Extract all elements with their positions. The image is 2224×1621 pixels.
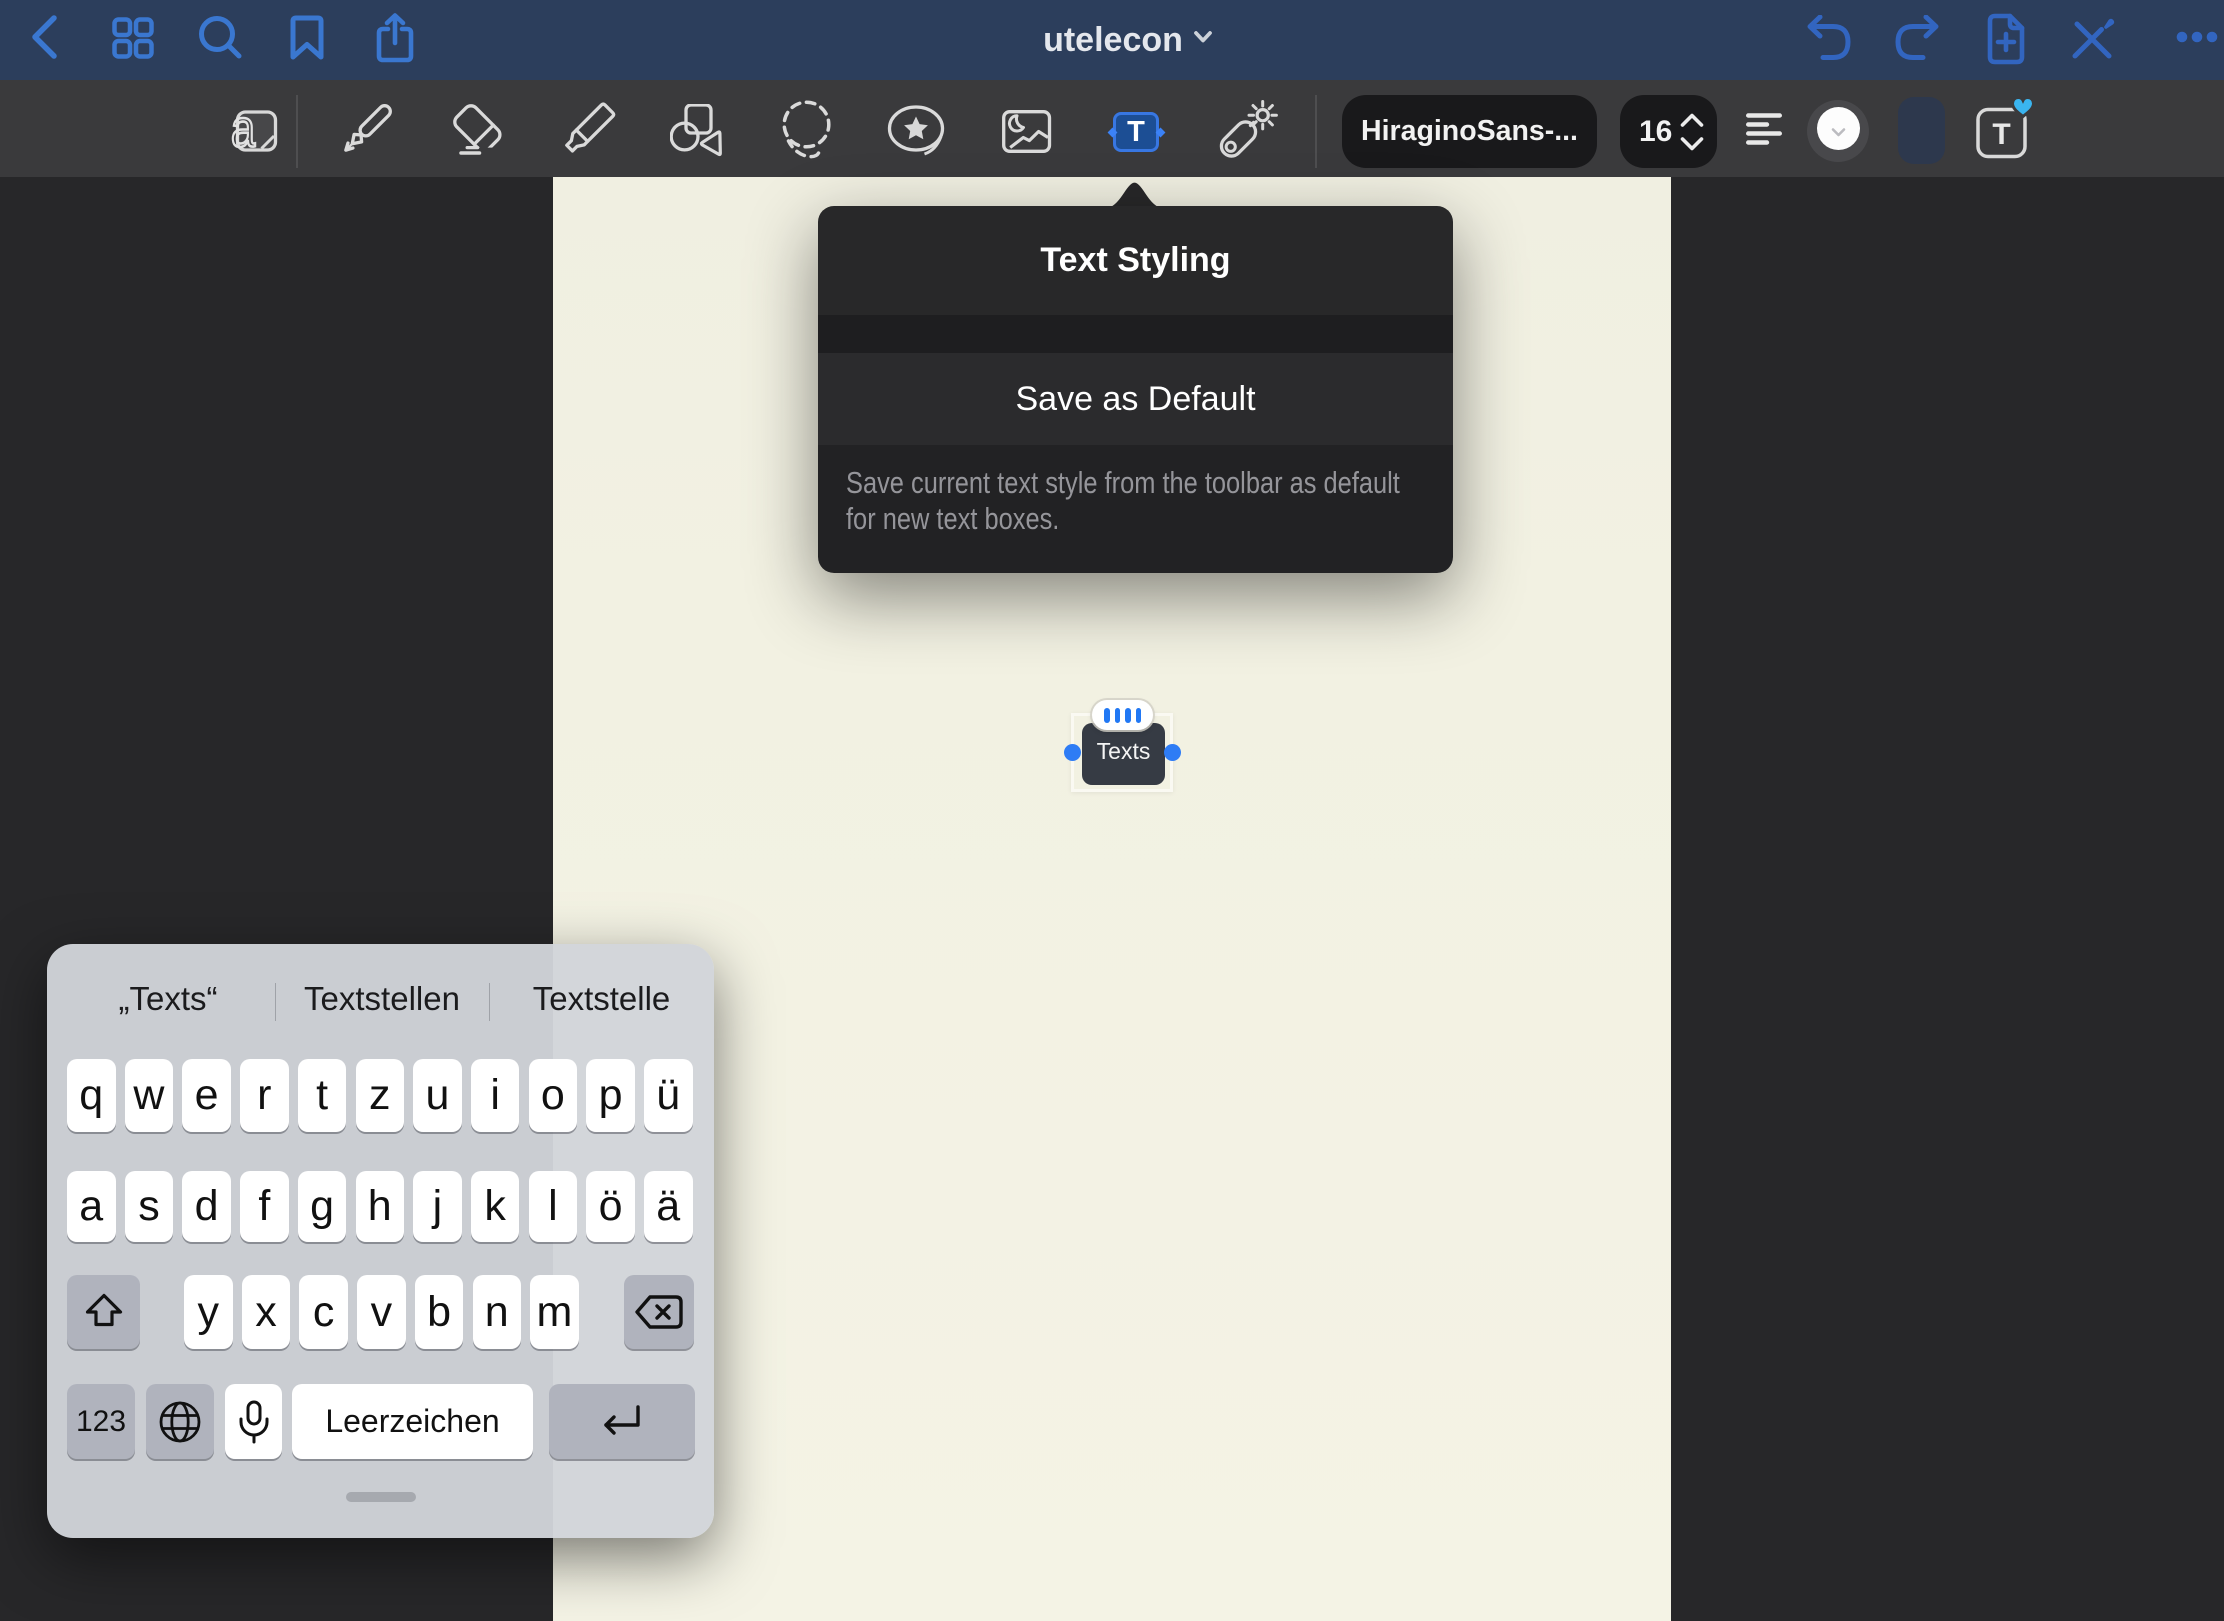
svg-text:T: T (1992, 118, 2010, 151)
svg-text:a: a (231, 105, 255, 157)
